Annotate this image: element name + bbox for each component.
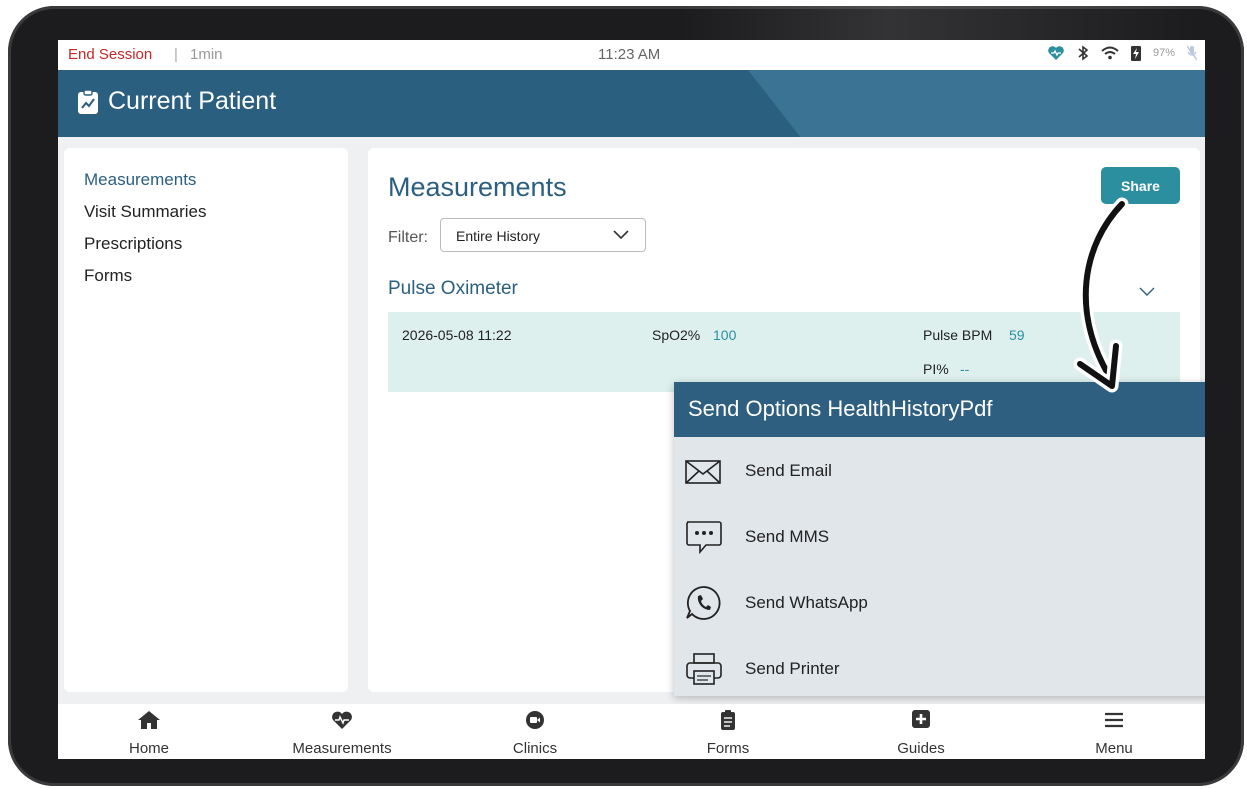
heart-pulse-icon bbox=[332, 711, 352, 729]
end-session-button[interactable]: End Session bbox=[68, 46, 152, 63]
nav-menu-label: Menu bbox=[1095, 740, 1133, 757]
status-clock: 11:23 AM bbox=[598, 46, 661, 63]
clipboard-icon bbox=[721, 710, 735, 730]
annotation-arrow bbox=[1073, 197, 1129, 393]
pi-value: -- bbox=[960, 361, 970, 377]
heart-status-icon bbox=[1048, 46, 1064, 60]
nav-clinics[interactable]: Clinics bbox=[460, 704, 610, 759]
send-whatsapp-option[interactable]: Send WhatsApp bbox=[674, 573, 1205, 633]
section-title-pulse-oximeter[interactable]: Pulse Oximeter bbox=[388, 278, 518, 300]
modal-title: Send Options HealthHistoryPdf bbox=[688, 396, 993, 421]
spo2-value: 100 bbox=[713, 327, 737, 343]
header-stripe bbox=[748, 70, 1205, 137]
chevron-down-icon bbox=[613, 230, 629, 240]
sidebar-item-visit-summaries[interactable]: Visit Summaries bbox=[84, 202, 207, 222]
send-options-modal: Send Options HealthHistoryPdf Send Email… bbox=[674, 382, 1205, 696]
status-bar: End Session | 1min 11:23 AM 97% bbox=[58, 40, 1205, 70]
send-email-label: Send Email bbox=[745, 461, 832, 480]
nav-measurements[interactable]: Measurements bbox=[267, 704, 417, 759]
nav-guides-label: Guides bbox=[897, 740, 945, 757]
pulse-label: Pulse BPM bbox=[923, 327, 993, 343]
session-duration: 1min bbox=[190, 46, 223, 63]
bluetooth-icon bbox=[1078, 45, 1089, 61]
pi-label: PI% bbox=[923, 361, 949, 377]
patient-chart-icon bbox=[78, 88, 98, 114]
plus-square-icon bbox=[912, 710, 930, 728]
battery-charging-icon bbox=[1130, 46, 1141, 61]
nav-guides[interactable]: Guides bbox=[846, 704, 996, 759]
page-title: Measurements bbox=[388, 172, 567, 202]
mic-muted-icon bbox=[1187, 45, 1197, 61]
bottom-nav: Home Measurements Clinics Forms Guides M… bbox=[58, 704, 1205, 759]
nav-forms-label: Forms bbox=[706, 740, 750, 757]
home-icon bbox=[138, 711, 160, 729]
send-email-option[interactable]: Send Email bbox=[674, 441, 1205, 501]
spo2-label: SpO2% bbox=[652, 327, 701, 343]
page-header-title: Current Patient bbox=[108, 87, 277, 115]
wifi-icon bbox=[1101, 46, 1119, 60]
status-separator: | bbox=[174, 46, 178, 63]
header-title: Current Patient bbox=[76, 87, 276, 116]
video-icon bbox=[526, 711, 544, 729]
nav-menu[interactable]: Menu bbox=[1039, 704, 1189, 759]
filter-label: Filter: bbox=[388, 229, 428, 246]
record-date: 2026-05-08 11:22 bbox=[402, 327, 512, 343]
hamburger-icon bbox=[1105, 712, 1123, 728]
sidebar-item-forms[interactable]: Forms bbox=[84, 266, 132, 286]
whatsapp-icon bbox=[686, 586, 721, 620]
send-mms-option[interactable]: Send MMS bbox=[674, 507, 1205, 567]
tablet-sheen bbox=[680, 6, 1200, 42]
sidebar-item-measurements[interactable]: Measurements bbox=[84, 170, 196, 190]
sidebar-item-prescriptions[interactable]: Prescriptions bbox=[84, 234, 182, 254]
expand-chevron-icon[interactable] bbox=[1139, 287, 1155, 297]
nav-clinics-label: Clinics bbox=[512, 740, 558, 757]
status-icons: 97% bbox=[1047, 45, 1197, 61]
nav-home[interactable]: Home bbox=[74, 704, 224, 759]
send-printer-option[interactable]: Send Printer bbox=[674, 639, 1205, 699]
nav-home-label: Home bbox=[128, 740, 169, 757]
nav-measurements-label: Measurements bbox=[292, 740, 392, 757]
printer-icon bbox=[686, 653, 722, 685]
pulse-value: 59 bbox=[1009, 327, 1025, 343]
app-header: Current Patient bbox=[58, 70, 1205, 137]
filter-selected-value: Entire History bbox=[456, 228, 541, 244]
filter-dropdown[interactable]: Entire History bbox=[440, 218, 646, 252]
screen: End Session | 1min 11:23 AM 97% Current … bbox=[58, 40, 1205, 759]
nav-forms[interactable]: Forms bbox=[653, 704, 803, 759]
battery-percent: 97% bbox=[1152, 47, 1175, 59]
sidebar: Measurements Visit Summaries Prescriptio… bbox=[64, 148, 348, 692]
send-mms-label: Send MMS bbox=[745, 527, 830, 546]
send-whatsapp-label: Send WhatsApp bbox=[745, 593, 868, 612]
send-printer-label: Send Printer bbox=[745, 659, 840, 678]
envelope-icon bbox=[685, 460, 721, 484]
chat-bubble-icon bbox=[686, 521, 722, 555]
